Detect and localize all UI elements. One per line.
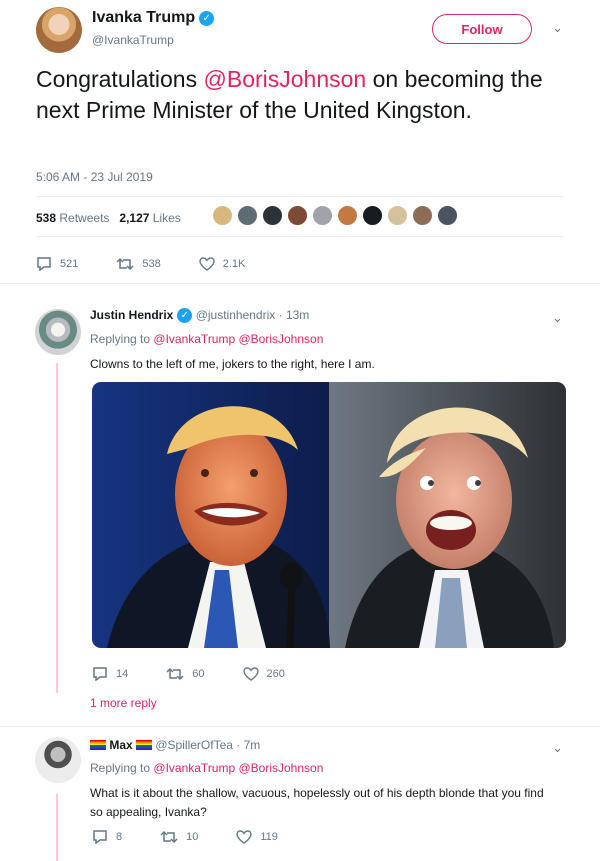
- likes-count[interactable]: 2,127: [119, 211, 149, 225]
- reply-action[interactable]: 8: [92, 830, 122, 844]
- tweet-stats: 538 Retweets 2,127 Likes: [36, 211, 181, 225]
- rainbow-flag-icon: [90, 740, 106, 750]
- chevron-down-icon[interactable]: ⌄: [552, 310, 563, 326]
- liker-avatar[interactable]: [337, 205, 358, 226]
- dot-separator: ·: [236, 738, 241, 752]
- retweets-count[interactable]: 538: [36, 211, 56, 225]
- reply-count: 521: [60, 258, 79, 270]
- liker-avatar[interactable]: [387, 205, 408, 226]
- reply-author-handle[interactable]: @justinhendrix: [196, 308, 276, 322]
- retweet-count: 10: [186, 831, 199, 843]
- likes-label[interactable]: Likes: [153, 211, 181, 225]
- more-replies-link[interactable]: 1 more reply: [90, 696, 157, 710]
- justin-avatar[interactable]: [35, 309, 81, 355]
- main-tweet: Ivanka Trump ✓ @IvankaTrump Follow ⌄ Cong…: [0, 0, 600, 283]
- liker-avatar[interactable]: [437, 205, 458, 226]
- reply-author-name[interactable]: Max: [109, 738, 132, 752]
- liker-avatar[interactable]: [312, 205, 333, 226]
- follow-button[interactable]: Follow: [432, 14, 532, 44]
- tweet-text: Congratulations @BorisJohnson on becomin…: [36, 64, 576, 126]
- reply-tweet-1: Justin Hendrix ✓ @justinhendrix · 13m ⌄ R…: [0, 283, 600, 725]
- author-name-text[interactable]: Ivanka Trump: [92, 9, 195, 26]
- retweet-icon: [116, 257, 134, 271]
- liker-avatar[interactable]: [262, 205, 283, 226]
- thread-line: [56, 794, 58, 861]
- retweet-action[interactable]: 10: [160, 830, 198, 844]
- like-action[interactable]: 119: [236, 830, 278, 844]
- liker-avatar[interactable]: [362, 205, 383, 226]
- liker-avatar[interactable]: [212, 205, 233, 226]
- like-action[interactable]: 260: [242, 667, 285, 681]
- reply-tweet-2: Max @SpillerOfTea · 7m ⌄ Replying to @Iv…: [0, 726, 600, 861]
- reply-icon: [93, 830, 107, 844]
- like-count: 260: [266, 668, 285, 680]
- reply-count: 8: [116, 831, 123, 843]
- author-name[interactable]: Ivanka Trump ✓: [92, 9, 215, 27]
- chevron-down-icon[interactable]: ⌄: [552, 20, 563, 36]
- reply-time[interactable]: 13m: [286, 308, 309, 322]
- reply-text: What is it about the shallow, vacuous, h…: [90, 786, 544, 819]
- tweet-text-start: Congratulations: [36, 66, 204, 92]
- stats-top-divider: [36, 196, 564, 197]
- liker-avatar-row: [212, 205, 462, 226]
- like-count: 2.1K: [222, 258, 246, 270]
- retweet-icon: [166, 667, 184, 681]
- verified-badge-icon: ✓: [177, 308, 193, 323]
- ivanka-avatar[interactable]: [36, 7, 82, 53]
- reply-time[interactable]: 7m: [244, 738, 261, 752]
- stats-bottom-divider: [36, 236, 564, 237]
- liker-avatar[interactable]: [237, 205, 258, 226]
- replying-to: Replying to @IvankaTrump @BorisJohnson: [90, 761, 323, 775]
- heart-icon: [236, 830, 253, 844]
- heart-icon: [199, 257, 215, 271]
- reply-author-row: Max @SpillerOfTea · 7m: [90, 738, 260, 752]
- reply-text: Clowns to the left of me, jokers to the …: [90, 357, 375, 371]
- main-action-bar: 521 538 2.1K: [36, 257, 283, 271]
- liker-avatar[interactable]: [412, 205, 433, 226]
- replying-to: Replying to @IvankaTrump @BorisJohnson: [90, 332, 323, 346]
- replying-prefix: Replying to: [90, 761, 151, 775]
- reply-author-row: Justin Hendrix ✓ @justinhendrix · 13m: [90, 308, 309, 323]
- max-avatar[interactable]: [35, 737, 81, 783]
- trump-johnson-photo[interactable]: [92, 382, 566, 648]
- heart-icon: [242, 667, 259, 681]
- tweet-timestamp[interactable]: 5:06 AM - 23 Jul 2019: [36, 170, 153, 184]
- reply-count: 14: [116, 668, 129, 680]
- reply-action[interactable]: 521: [36, 257, 78, 271]
- retweet-count: 538: [142, 258, 161, 270]
- replying-mentions[interactable]: @IvankaTrump @BorisJohnson: [153, 332, 323, 346]
- like-count: 119: [260, 831, 278, 843]
- replying-mentions[interactable]: @IvankaTrump @BorisJohnson: [153, 761, 323, 775]
- mention-link[interactable]: @BorisJohnson: [204, 66, 367, 92]
- rainbow-flag-icon: [136, 740, 153, 750]
- retweets-label[interactable]: Retweets: [59, 211, 109, 225]
- reply-author-handle[interactable]: @SpillerOfTea: [155, 738, 233, 752]
- reply-icon: [37, 257, 51, 271]
- retweet-action[interactable]: 60: [166, 667, 205, 681]
- like-action[interactable]: 2.1K: [199, 257, 246, 271]
- replying-prefix: Replying to: [90, 332, 151, 346]
- reply2-action-bar: 8 10 119: [92, 830, 316, 844]
- verified-badge-icon: ✓: [199, 11, 215, 26]
- chevron-down-icon[interactable]: ⌄: [552, 740, 563, 756]
- author-handle[interactable]: @IvankaTrump: [92, 33, 174, 47]
- retweet-count: 60: [192, 668, 205, 680]
- reply-author-name[interactable]: Justin Hendrix: [90, 308, 173, 322]
- retweet-icon: [160, 830, 178, 844]
- reply-action[interactable]: 14: [92, 667, 128, 681]
- reply-icon: [93, 667, 107, 681]
- reply1-action-bar: 14 60 260: [92, 667, 323, 681]
- retweet-action[interactable]: 538: [116, 257, 161, 271]
- liker-avatar[interactable]: [287, 205, 308, 226]
- dot-separator: ·: [278, 308, 283, 322]
- thread-line: [56, 363, 58, 693]
